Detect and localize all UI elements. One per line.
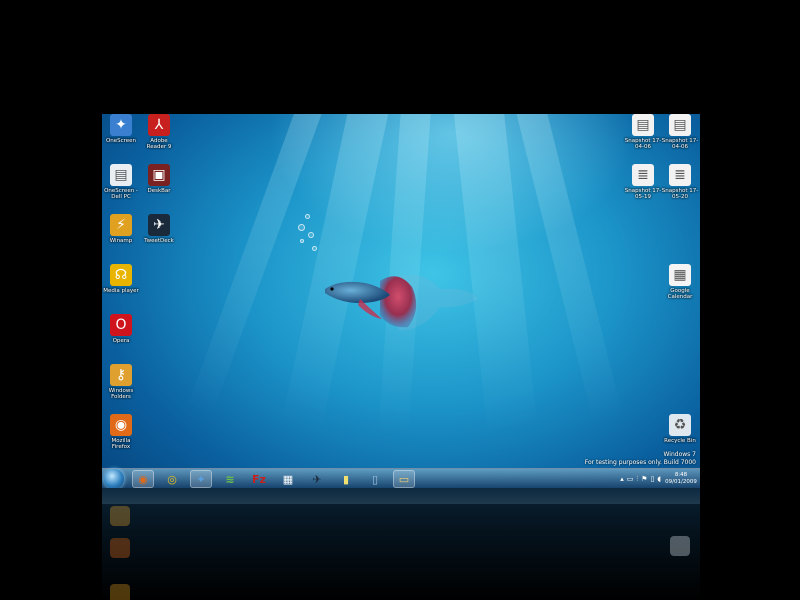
monitor-icon[interactable]: ▭	[627, 475, 634, 483]
document-icon: ▤	[110, 164, 132, 186]
keys-reflection-icon	[110, 506, 130, 526]
winamp-reflection-icon	[110, 584, 130, 600]
folder-icon: ▭	[398, 472, 410, 486]
desktop-icon[interactable]: ⅄ Adobe Reader 9	[140, 114, 178, 150]
spotify-taskbar-button[interactable]: ≋	[219, 470, 241, 488]
desktop-icon[interactable]: ⚡ Winamp	[102, 214, 140, 244]
taskbar-reflection	[102, 488, 700, 504]
firefox-taskbar-button[interactable]: ◉	[132, 470, 154, 488]
tiles-taskbar-button[interactable]: ▦	[277, 470, 299, 488]
chrome-taskbar-button[interactable]: ◎	[161, 470, 183, 488]
headphones-icon: ☊	[110, 264, 132, 286]
clock-date: 09/01/2009	[665, 479, 697, 485]
filezilla-taskbar-button[interactable]: Fz	[248, 470, 270, 488]
desktop-reflection	[102, 488, 700, 600]
desktop-icon-label: OneScreen	[105, 138, 137, 144]
desktop-icon-label: Snapshot 17-04-06	[661, 138, 699, 150]
signal-icon[interactable]: ⫶	[636, 475, 638, 484]
desktop-icon[interactable]: ▣ DeskBar	[140, 164, 178, 194]
desktop-icon-label: Opera	[112, 338, 130, 344]
app-icon: ▯	[371, 472, 379, 486]
desktop-icon-label: Winamp	[109, 238, 133, 244]
spotify-icon: ≋	[225, 472, 235, 486]
volume-icon[interactable]: ◖	[657, 475, 661, 483]
desktop-icon-label: Snapshot 17-04-06	[624, 138, 662, 150]
notes-taskbar-button[interactable]: ▮	[335, 470, 357, 488]
desktop-icon-label: Recycle Bin	[664, 438, 696, 444]
clock[interactable]: 8:48 09/01/2009	[664, 472, 698, 486]
network-taskbar-button[interactable]: ✦	[190, 470, 212, 488]
bubble	[300, 239, 304, 243]
winamp-icon: ⚡	[110, 214, 132, 236]
desktop-icon[interactable]: ▤ Snapshot 17-04-06	[624, 114, 662, 150]
firefox-icon: ◉	[138, 472, 148, 486]
chevron-up-icon[interactable]: ▴	[620, 475, 624, 483]
file-icon: ▤	[632, 114, 654, 136]
clock-time: 8:48	[674, 472, 688, 478]
desktop-icon[interactable]: ▤ OneScreen - Dell PC	[102, 164, 140, 200]
firefox-icon: ◉	[110, 414, 132, 436]
desktop-icon[interactable]: ≣ Snapshot 17-05-19	[624, 164, 662, 200]
desktop-icon[interactable]: ⚷ Windows Folders	[102, 364, 140, 400]
desktop-icon-label: Mozilla Firefox	[111, 438, 131, 450]
desktop-icon[interactable]: ◉ Mozilla Firefox	[102, 414, 140, 450]
start-button[interactable]	[104, 469, 124, 488]
network-icon: ✦	[196, 472, 206, 486]
notes-icon: ▮	[342, 472, 350, 486]
watermark-title: Windows 7	[663, 451, 696, 458]
firefox-reflection-icon	[110, 538, 130, 558]
tiles-icon: ▦	[282, 472, 294, 486]
pdf-icon: ⅄	[148, 114, 170, 136]
battery-icon[interactable]: ▯	[650, 475, 654, 483]
desktop-icon[interactable]: O Opera	[102, 314, 140, 344]
desktop-icon-label: Media player	[103, 288, 139, 294]
desktop-icon-label: TweetDeck	[144, 238, 174, 244]
system-tray: ▴ ▭ ⫶ ⚑ ▯ ◖ 8:48 09/01/2009	[620, 469, 698, 488]
desktop[interactable]: ✦ OneScreen ⅄ Adobe Reader 9 ▤ OneScreen - De…	[102, 114, 700, 488]
tweetdeck-taskbar-button[interactable]: ✈	[306, 470, 328, 488]
desktop-icon-label: Windows Folders	[108, 388, 134, 400]
bubble	[305, 214, 310, 219]
chrome-icon: ◎	[167, 472, 177, 486]
text-file-icon: ≣	[669, 164, 691, 186]
desktop-icon[interactable]: ▦ Google Calendar	[661, 264, 699, 300]
desktop-icon-label: OneScreen - Dell PC	[104, 188, 138, 200]
watermark-build: For testing purposes only. Build 7000	[584, 459, 696, 466]
flag-icon[interactable]: ⚑	[641, 475, 647, 483]
desktop-icon[interactable]: ≣ Snapshot 17-05-20	[661, 164, 699, 200]
recycle-bin-icon: ♻	[669, 414, 691, 436]
text-file-icon: ≣	[632, 164, 654, 186]
desktop-icon-label: DeskBar	[147, 188, 171, 194]
desktop-icon[interactable]: ☊ Media player	[102, 264, 140, 294]
desktop-icon[interactable]: ♻ Recycle Bin	[661, 414, 699, 444]
bubble	[308, 232, 314, 238]
bubble	[312, 246, 317, 251]
bubble	[298, 224, 305, 231]
file-icon: ▤	[669, 114, 691, 136]
betta-fish-wallpaper-art	[325, 274, 478, 331]
recycle-bin-reflection-icon	[670, 536, 690, 556]
desktop-icon-label: Snapshot 17-05-19	[624, 188, 662, 200]
filezilla-icon: Fz	[252, 472, 266, 486]
bird-icon: ✈	[148, 214, 170, 236]
app-taskbar-button[interactable]: ▯	[364, 470, 386, 488]
windows-watermark: Windows 7 For testing purposes only. Bui…	[585, 451, 696, 467]
taskbar: ◉ ◎ ✦ ≋ Fz ▦ ✈ ▮ ▯ ▭ ▴ ▭ ⫶ ⚑ ▯ ◖ 8:48 09/01/2009	[102, 468, 700, 488]
desktop-icon-label: Adobe Reader 9	[146, 138, 172, 150]
network-icon: ✦	[110, 114, 132, 136]
calendar-icon: ▦	[669, 264, 691, 286]
bird-icon: ✈	[312, 472, 322, 486]
desktop-icon[interactable]: ✈ TweetDeck	[140, 214, 178, 244]
app-icon: ▣	[148, 164, 170, 186]
desktop-icon-label: Google Calendar	[667, 288, 693, 300]
opera-icon: O	[110, 314, 132, 336]
keys-icon: ⚷	[110, 364, 132, 386]
desktop-icon-label: Snapshot 17-05-20	[661, 188, 699, 200]
desktop-icon[interactable]: ▤ Snapshot 17-04-06	[661, 114, 699, 150]
explorer-taskbar-button[interactable]: ▭	[393, 470, 415, 488]
desktop-icon[interactable]: ✦ OneScreen	[102, 114, 140, 144]
